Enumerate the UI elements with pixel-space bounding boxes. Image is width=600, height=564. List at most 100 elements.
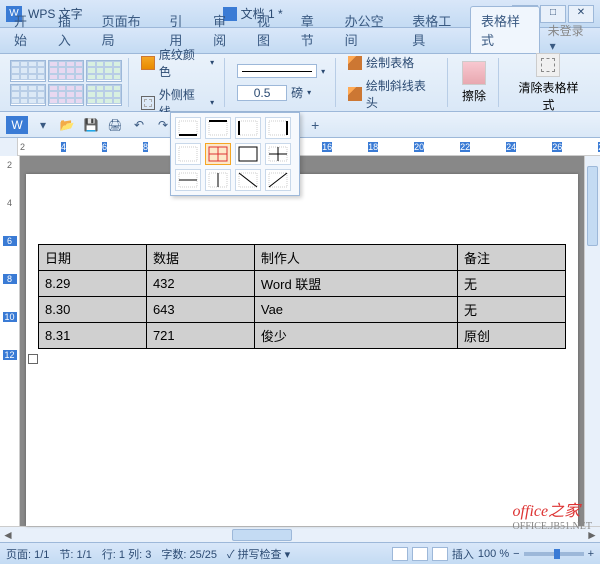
paper[interactable]: 日期数据制作人备注 8.29432Word 联盟无8.30643Vae无8.31… <box>26 174 578 526</box>
line-style-dropdown[interactable]: ▾ <box>233 62 329 80</box>
scroll-left[interactable]: ◄ <box>0 528 16 542</box>
tab-chapter[interactable]: 章节 <box>291 7 335 53</box>
eraser-icon <box>462 61 486 85</box>
table-header[interactable]: 日期 <box>39 245 147 271</box>
border-outside[interactable] <box>235 143 261 165</box>
status-section[interactable]: 节: 1/1 <box>59 546 91 562</box>
eraser-button[interactable]: 擦除 <box>456 61 492 104</box>
zoom-out[interactable]: − <box>513 548 519 560</box>
status-insert[interactable]: 插入 <box>452 546 474 562</box>
table-style-thumb[interactable] <box>48 60 84 82</box>
border-inside-v[interactable] <box>205 169 231 191</box>
document-area: 24681012 日期数据制作人备注 8.29432Word 联盟无8.3064… <box>0 156 600 526</box>
table-style-thumb[interactable] <box>10 84 46 106</box>
status-page[interactable]: 页面: 1/1 <box>6 546 49 562</box>
quick-access-toolbar: W ▾ 📂 💾 🖨 ↶ ↷ 文档 1 *✕ + <box>0 112 600 138</box>
close-button[interactable]: ✕ <box>568 5 594 23</box>
table-cell[interactable]: Vae <box>254 297 457 323</box>
draw-group: 绘制表格 绘制斜线表头 <box>338 58 448 107</box>
border-top[interactable] <box>205 117 231 139</box>
border-all[interactable] <box>205 143 231 165</box>
table-move-handle[interactable] <box>28 354 38 364</box>
table-cell[interactable]: 432 <box>146 271 254 297</box>
tab-table-style[interactable]: 表格样式 <box>470 6 540 53</box>
border-diag-down[interactable] <box>235 169 261 191</box>
print-button[interactable]: 🖨 <box>106 116 124 134</box>
tools-icon <box>536 53 560 77</box>
table-style-thumb[interactable] <box>48 84 84 106</box>
save-button[interactable]: 💾 <box>82 116 100 134</box>
table-style-thumb[interactable] <box>10 60 46 82</box>
tab-office-space[interactable]: 办公空间 <box>335 7 403 53</box>
tab-view[interactable]: 视图 <box>247 7 291 53</box>
table-cell[interactable]: 643 <box>146 297 254 323</box>
table-cell[interactable]: 8.29 <box>39 271 147 297</box>
status-position[interactable]: 行: 1 列: 3 <box>102 546 152 562</box>
undo-button[interactable]: ↶ <box>130 116 148 134</box>
new-button[interactable]: ▾ <box>34 116 52 134</box>
pencil-icon <box>348 87 362 101</box>
zoom-value[interactable]: 100 % <box>478 548 509 560</box>
vertical-scrollbar[interactable] <box>584 156 600 526</box>
table-cell[interactable]: 8.31 <box>39 323 147 349</box>
border-inside-h[interactable] <box>175 169 201 191</box>
ribbon-tabs: 开始 插入 页面布局 引用 审阅 视图 章节 办公空间 表格工具 表格样式 未登… <box>0 28 600 54</box>
open-button[interactable]: 📂 <box>58 116 76 134</box>
view-mode-button[interactable] <box>392 547 408 561</box>
view-mode-button[interactable] <box>432 547 448 561</box>
border-left[interactable] <box>235 117 261 139</box>
wps-menu-button[interactable]: W <box>6 116 28 134</box>
table-header[interactable]: 备注 <box>458 245 566 271</box>
tab-start[interactable]: 开始 <box>4 7 48 53</box>
table-row[interactable]: 8.30643Vae无 <box>39 297 566 323</box>
line-style-group: ▾ 0.5磅▾ <box>227 58 336 107</box>
table-header[interactable]: 制作人 <box>254 245 457 271</box>
draw-diagonal-button[interactable]: 绘制斜线表头 <box>344 75 441 113</box>
table-cell[interactable]: 8.30 <box>39 297 147 323</box>
border-inside[interactable] <box>265 143 291 165</box>
pencil-icon <box>348 56 362 70</box>
table-cell[interactable]: 无 <box>458 297 566 323</box>
maximize-button[interactable]: □ <box>540 5 566 23</box>
draw-table-button[interactable]: 绘制表格 <box>344 52 441 73</box>
horizontal-scrollbar[interactable]: ◄ ► <box>0 526 600 542</box>
new-tab-button[interactable]: + <box>311 117 319 133</box>
shading-color-button[interactable]: 底纹颜色▾ <box>137 44 218 82</box>
ribbon: 底纹颜色▾ 外侧框线▾ ▾ 0.5磅▾ 绘制表格 绘制斜线表头 擦除 清除表格样… <box>0 54 600 112</box>
data-table[interactable]: 日期数据制作人备注 8.29432Word 联盟无8.30643Vae无8.31… <box>38 244 566 349</box>
table-header[interactable]: 数据 <box>146 245 254 271</box>
status-bar: 页面: 1/1 节: 1/1 行: 1 列: 3 字数: 25/25 ✓ 拼写检… <box>0 542 600 564</box>
table-cell[interactable]: 俊少 <box>254 323 457 349</box>
vertical-ruler[interactable]: 24681012 <box>0 156 20 526</box>
border-diag-up[interactable] <box>265 169 291 191</box>
watermark: office之家 OFFICE.JB51.NET <box>513 497 592 532</box>
table-cell[interactable]: Word 联盟 <box>254 271 457 297</box>
table-cell[interactable]: 721 <box>146 323 254 349</box>
zoom-in[interactable]: + <box>588 548 594 560</box>
scroll-thumb[interactable] <box>587 166 598 246</box>
table-style-thumb[interactable] <box>86 60 122 82</box>
scroll-thumb[interactable] <box>232 529 292 541</box>
clear-group: 清除表格样式 <box>501 58 596 107</box>
ruler-corner <box>0 138 18 156</box>
view-mode-button[interactable] <box>412 547 428 561</box>
tab-table-tools[interactable]: 表格工具 <box>402 7 470 53</box>
horizontal-ruler[interactable]: 24681012141618202224262830323436384042 <box>0 138 600 156</box>
table-row[interactable]: 8.31721俊少原创 <box>39 323 566 349</box>
status-chars[interactable]: 字数: 25/25 <box>161 546 217 562</box>
clear-style-button[interactable]: 清除表格样式 <box>507 53 590 113</box>
eraser-group: 擦除 <box>450 58 499 107</box>
status-spellcheck[interactable]: ✓ 拼写检查 ▾ <box>227 546 290 562</box>
table-cell[interactable]: 原创 <box>458 323 566 349</box>
border-right[interactable] <box>265 117 291 139</box>
border-dropdown <box>170 112 300 196</box>
border-bottom[interactable] <box>175 117 201 139</box>
line-weight-dropdown[interactable]: 0.5磅▾ <box>233 82 329 103</box>
login-status[interactable]: 未登录▾ <box>540 22 596 53</box>
border-none[interactable] <box>175 143 201 165</box>
zoom-slider[interactable] <box>524 552 584 556</box>
table-row[interactable]: 8.29432Word 联盟无 <box>39 271 566 297</box>
table-style-thumb[interactable] <box>86 84 122 106</box>
table-cell[interactable]: 无 <box>458 271 566 297</box>
tab-insert[interactable]: 插入 <box>48 7 92 53</box>
